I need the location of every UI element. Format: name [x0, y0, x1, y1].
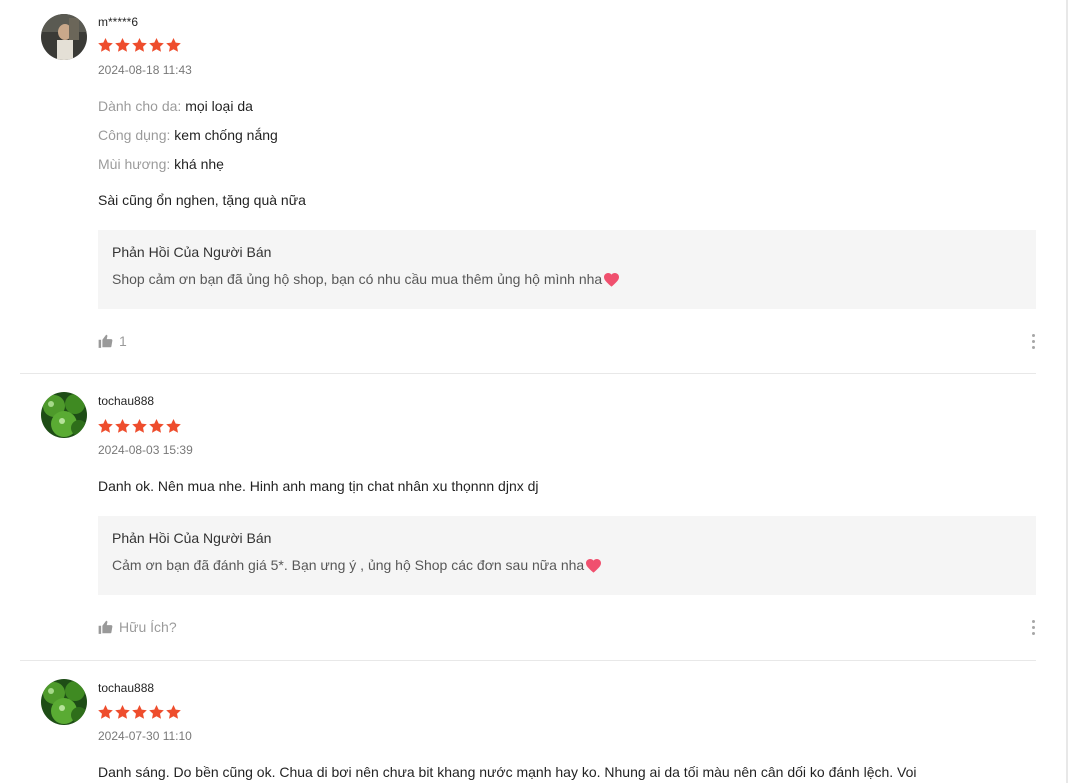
seller-reply: Phản Hồi Của Người Bán Cảm ơn bạn đã đán…	[98, 516, 1036, 595]
like-button[interactable]: 1	[98, 333, 127, 349]
star-icon	[166, 705, 181, 719]
star-icon	[132, 38, 147, 52]
attribute-usage: Công dụng: kem chống nắng	[98, 127, 278, 143]
seller-reply-text: Cảm ơn bạn đã đánh giá 5*. Bạn ưng ý , ủ…	[112, 557, 585, 573]
avatar[interactable]	[41, 14, 87, 60]
more-options-button[interactable]	[1030, 620, 1036, 635]
avatar[interactable]	[41, 679, 87, 725]
star-icon	[115, 705, 130, 719]
more-vertical-icon	[1031, 334, 1035, 337]
review-date: 2024-07-30 11:10	[98, 729, 192, 743]
star-rating	[98, 419, 181, 433]
attribute-value: mọi loại da	[185, 98, 253, 114]
star-icon	[166, 38, 181, 52]
attribute-label: Mùi hương:	[98, 156, 171, 172]
review-item: tochau888 2024-08-03 15:39 Danh ok. Nên …	[20, 374, 1036, 660]
star-icon	[115, 38, 130, 52]
thumbs-up-icon	[98, 334, 113, 348]
star-rating	[98, 38, 181, 52]
seller-reply: Phản Hồi Của Người Bán Shop cảm ơn bạn đ…	[98, 230, 1036, 309]
star-icon	[149, 38, 164, 52]
avatar[interactable]	[41, 392, 87, 438]
more-vertical-icon	[1031, 620, 1035, 623]
star-icon	[132, 705, 147, 719]
seller-reply-text: Shop cảm ơn bạn đã ủng hộ shop, bạn có n…	[112, 271, 603, 287]
attribute-label: Công dụng:	[98, 127, 171, 143]
attribute-value: khá nhẹ	[174, 156, 224, 172]
review-content: Danh sáng. Do bền cũng ok. Chua di bơi n…	[98, 764, 917, 780]
attribute-label: Dành cho da:	[98, 98, 182, 114]
seller-reply-body: Cảm ơn bạn đã đánh giá 5*. Bạn ưng ý , ủ…	[112, 557, 1022, 573]
seller-reply-title: Phản Hồi Của Người Bán	[112, 244, 272, 260]
heart-icon	[604, 272, 620, 287]
star-icon	[98, 419, 113, 433]
attribute-skin-type: Dành cho da: mọi loại da	[98, 98, 253, 114]
helpful-label: Hữu Ích?	[119, 619, 177, 635]
star-icon	[132, 419, 147, 433]
attribute-value: kem chống nắng	[174, 127, 278, 143]
star-rating	[98, 705, 181, 719]
like-count: 1	[119, 333, 127, 349]
star-icon	[98, 38, 113, 52]
review-username[interactable]: tochau888	[98, 394, 154, 408]
more-options-button[interactable]	[1030, 334, 1036, 349]
attribute-scent: Mùi hương: khá nhẹ	[98, 156, 224, 172]
seller-reply-body: Shop cảm ơn bạn đã ủng hộ shop, bạn có n…	[112, 271, 1022, 287]
review-username[interactable]: tochau888	[98, 681, 154, 695]
star-icon	[115, 419, 130, 433]
review-content: Danh ok. Nên mua nhe. Hinh anh mang tịn …	[98, 478, 539, 494]
thumbs-up-icon	[98, 620, 113, 634]
review-item: tochau888 2024-07-30 11:10 Danh sáng. Do…	[20, 661, 1036, 783]
review-username[interactable]: m*****6	[98, 15, 138, 29]
review-content: Sài cũng ổn nghen, tặng quà nữa	[98, 192, 306, 208]
helpful-button[interactable]: Hữu Ích?	[98, 619, 177, 635]
review-date: 2024-08-03 15:39	[98, 443, 193, 457]
star-icon	[98, 705, 113, 719]
reviews-page: m*****6 2024-08-18 11:43 Dành cho da: mọ…	[0, 0, 1068, 783]
star-icon	[149, 419, 164, 433]
review-item: m*****6 2024-08-18 11:43 Dành cho da: mọ…	[20, 0, 1036, 373]
star-icon	[149, 705, 164, 719]
heart-icon	[586, 558, 602, 573]
star-icon	[166, 419, 181, 433]
seller-reply-title: Phản Hồi Của Người Bán	[112, 530, 272, 546]
review-date: 2024-08-18 11:43	[98, 63, 192, 77]
